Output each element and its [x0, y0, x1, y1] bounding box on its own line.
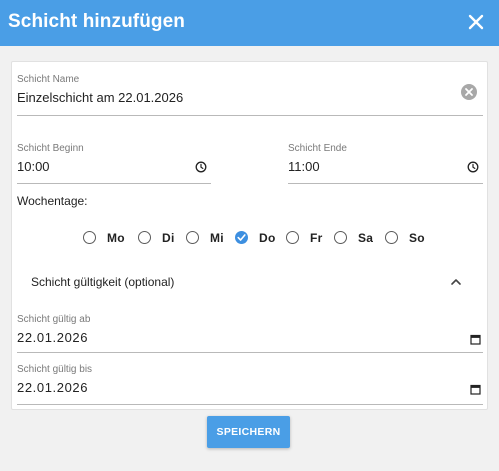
dialog-header: Schicht hinzufügen	[0, 0, 499, 46]
shift-start-input[interactable]: 10:00	[17, 159, 50, 174]
shift-name-input[interactable]: Einzelschicht am 22.01.2026	[17, 90, 183, 105]
shift-start-underline	[17, 183, 211, 184]
shift-name-field[interactable]: Schicht Name Einzelschicht am 22.01.2026	[17, 74, 483, 118]
shift-name-underline	[17, 115, 483, 116]
weekday-label-sa: Sa	[358, 231, 374, 245]
weekday-label-di: Di	[162, 231, 175, 245]
radio-mo[interactable]	[83, 231, 96, 244]
calendar-icon[interactable]	[470, 332, 481, 350]
valid-to-field[interactable]: Schicht gültig bis 22.01.2026	[17, 364, 483, 406]
weekdays-label: Wochentage:	[17, 194, 88, 208]
radio-di[interactable]	[138, 231, 151, 244]
shift-end-label: Schicht Ende	[288, 143, 347, 154]
weekday-label-fr: Fr	[310, 231, 323, 245]
radio-so[interactable]	[385, 231, 398, 244]
shift-end-input[interactable]: 11:00	[288, 159, 320, 174]
shift-end-underline	[288, 183, 483, 184]
radio-sa[interactable]	[334, 231, 347, 244]
shift-name-label: Schicht Name	[17, 74, 80, 85]
add-shift-dialog: Schicht hinzufügen Schicht Name Einzelsc…	[0, 0, 499, 471]
chevron-up-icon[interactable]	[449, 275, 463, 289]
shift-end-field[interactable]: Schicht Ende 11:00	[288, 143, 483, 185]
validity-section-toggle[interactable]: Schicht gültigkeit (optional)	[31, 275, 174, 289]
radio-mi[interactable]	[186, 231, 199, 244]
shift-start-label: Schicht Beginn	[17, 143, 84, 154]
weekday-label-do: Do	[259, 231, 276, 245]
valid-from-input[interactable]: 22.01.2026	[17, 330, 88, 345]
radio-fr[interactable]	[286, 231, 299, 244]
weekday-label-mo: Mo	[107, 231, 125, 245]
calendar-icon[interactable]	[470, 382, 481, 400]
weekday-label-so: So	[409, 231, 425, 245]
radio-do-checked[interactable]	[235, 231, 248, 244]
valid-from-underline	[17, 352, 483, 353]
dialog-title: Schicht hinzufügen	[8, 11, 186, 32]
shift-start-field[interactable]: Schicht Beginn 10:00	[17, 143, 211, 185]
shift-form-card: Schicht Name Einzelschicht am 22.01.2026…	[11, 61, 488, 410]
valid-from-field[interactable]: Schicht gültig ab 22.01.2026	[17, 314, 483, 354]
save-button[interactable]: SPEICHERN	[207, 416, 290, 448]
clear-circle-icon[interactable]	[461, 84, 477, 105]
valid-from-label: Schicht gültig ab	[17, 314, 91, 325]
clock-icon[interactable]	[467, 160, 479, 178]
valid-to-input[interactable]: 22.01.2026	[17, 380, 88, 395]
close-icon[interactable]	[465, 11, 487, 33]
valid-to-underline	[17, 404, 483, 405]
valid-to-label: Schicht gültig bis	[17, 364, 93, 375]
clock-icon[interactable]	[195, 160, 207, 178]
weekday-label-mi: Mi	[210, 231, 224, 245]
